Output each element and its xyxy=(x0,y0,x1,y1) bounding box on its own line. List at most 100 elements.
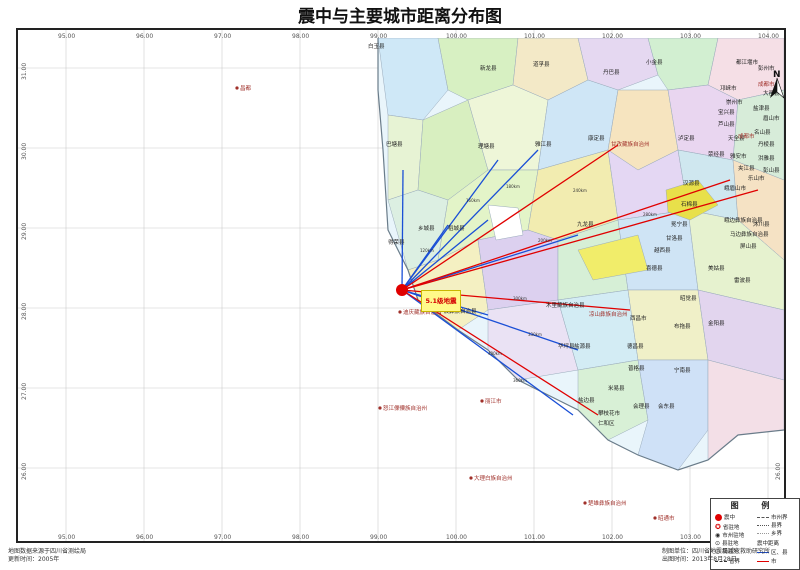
legend-label: 省驻地 xyxy=(722,525,740,531)
legend-item: 乡界 xyxy=(757,529,782,537)
county-label: 甘洛县 xyxy=(666,234,683,242)
county-label: 雅江县 xyxy=(535,140,552,148)
county-label: 盐源县 xyxy=(574,342,591,350)
legend-label: 乡界 xyxy=(771,531,783,537)
lon-tick: 99.00 xyxy=(370,534,387,541)
legend-label: 震中距离 xyxy=(757,541,780,547)
county-label: 昭觉县 xyxy=(680,294,697,302)
county-label: 普格县 xyxy=(628,364,645,372)
epicenter-dot[interactable] xyxy=(396,284,408,296)
county-label: 峨眉山市 xyxy=(724,184,747,192)
epicenter-dot-icon xyxy=(715,513,722,521)
legend-item: 县界 xyxy=(757,521,782,529)
production-note: 制图单位：四川省地震局减灾救助研究所 出图时间：2013年8月28日 xyxy=(662,548,770,564)
county-label: 荥经县 xyxy=(708,150,725,158)
county-label: 雷波县 xyxy=(734,276,751,284)
epicenter-label: 5.1级地震 xyxy=(421,290,461,312)
county-label: 盐津县 xyxy=(753,104,770,112)
county-label: 乡城县 xyxy=(418,225,435,232)
prefecture-seat-icon: ◉ xyxy=(715,531,721,539)
county-label: 美姑县 xyxy=(708,264,725,272)
county-label: 泸定县 xyxy=(678,134,695,142)
north-arrow-icon: N xyxy=(766,68,788,100)
county-label: 沐川县 xyxy=(753,220,770,228)
county-label: 会理县 xyxy=(633,402,650,410)
county-label: 眉山市 xyxy=(763,114,780,122)
county-label: 乐山市 xyxy=(748,174,765,182)
county-label: 小金县 xyxy=(646,58,663,66)
county-label: 汉源县 xyxy=(683,179,700,187)
county-label: 华坪县 xyxy=(558,342,575,350)
legend-item: 市州界 xyxy=(757,513,788,521)
lat-tick: 28.00 xyxy=(21,303,28,320)
county-label: 巴塘县 xyxy=(386,140,403,148)
county-label: 盐边县 xyxy=(578,396,595,404)
county-label: 邛崃市 xyxy=(720,84,737,92)
region-label: 怒江傈僳族自治州 xyxy=(383,404,427,412)
distance-label: 200km xyxy=(538,238,552,243)
map-canvas[interactable]: 95.00 96.00 97.00 98.00 99.00 100.00 101… xyxy=(18,30,784,541)
county-seat-icon: ⊙ xyxy=(715,539,721,547)
county-label: 理塘县 xyxy=(478,142,495,150)
region-label: 昌都 xyxy=(240,85,252,92)
county-label: 丹棱县 xyxy=(758,140,775,148)
county-label: 攀枝花市 xyxy=(598,409,621,417)
county-label: 仁和区 xyxy=(598,419,615,427)
lon-tick: 98.00 xyxy=(292,33,309,40)
lon-tick: 103.00 xyxy=(680,534,701,541)
lon-tick: 102.00 xyxy=(602,534,623,541)
county-label: 越西县 xyxy=(654,246,671,254)
county-label: 屏山县 xyxy=(740,242,757,250)
county-label: 道孚县 xyxy=(533,60,550,68)
legend-label: 震中 xyxy=(724,515,736,521)
county-label: 西昌市 xyxy=(630,314,647,322)
county-label: 布拖县 xyxy=(674,322,691,330)
county-label: 雅安市 xyxy=(730,152,747,160)
legend-item: 震中距离 xyxy=(757,539,779,547)
region-label: 楚雄彝族自治州 xyxy=(588,499,627,507)
lat-tick: 30.00 xyxy=(21,143,28,160)
county-label: 马边彝族自治县 xyxy=(730,230,769,238)
county-label: 得荣县 xyxy=(388,238,405,246)
distance-label: 280km xyxy=(643,212,657,217)
distance-label: 360km xyxy=(513,378,527,383)
county-label: 德昌县 xyxy=(627,342,644,350)
lat-tick: 27.00 xyxy=(21,383,28,400)
legend-label: 市州界 xyxy=(771,515,788,521)
region-label: 昭通市 xyxy=(658,514,675,522)
township-boundary-line-icon xyxy=(757,532,769,534)
county-boundary-line-icon xyxy=(757,524,769,526)
footer-producer: 制图单位：四川省地震局减灾救助研究所 xyxy=(662,548,771,555)
sichuan-region[interactable] xyxy=(378,38,784,470)
data-source-note: 地图数据来源于四川省测绘局 更新时间：2005年 xyxy=(8,548,86,564)
county-label: 金阳县 xyxy=(708,319,725,327)
lon-tick: 97.00 xyxy=(214,534,231,541)
distance-label: 330km xyxy=(528,332,542,337)
longitude-ticks-bottom: 95.00 96.00 97.00 98.00 99.00 100.00 101… xyxy=(58,534,701,541)
county-label: 夹江县 xyxy=(738,164,755,172)
region-label: 大理白族自治州 xyxy=(474,474,513,482)
county-label: 会东县 xyxy=(658,402,675,410)
county-label: 名山县 xyxy=(754,128,771,136)
county-label: 白玉县 xyxy=(368,42,385,50)
provincial-capital-icon: ✪ xyxy=(715,523,721,531)
footer-date: 出图时间：2013年8月28日 xyxy=(662,556,737,563)
county-label: 米易县 xyxy=(608,384,625,392)
legend-title: 图 例 xyxy=(730,501,780,510)
map-frame[interactable]: 95.00 96.00 97.00 98.00 99.00 100.00 101… xyxy=(16,28,800,570)
county-label: 宁南县 xyxy=(674,366,691,374)
lon-tick: 95.00 xyxy=(58,534,75,541)
lon-tick: 96.00 xyxy=(136,33,153,40)
county-label: 都江堰市 xyxy=(736,58,759,66)
lon-tick: 98.00 xyxy=(292,534,309,541)
county-label: 崇州市 xyxy=(726,98,743,106)
lon-tick: 96.00 xyxy=(136,534,153,541)
legend-label: 县驻地 xyxy=(722,541,739,547)
county-label: 喜德县 xyxy=(646,264,663,272)
legend-item: 震中 xyxy=(715,513,735,521)
lat-tick: 31.00 xyxy=(21,63,28,80)
county-label: 宝兴县 xyxy=(718,108,735,116)
legend-label: 区、县 xyxy=(771,550,788,556)
county-label: 康定县 xyxy=(588,134,605,142)
county-label: 彭山县 xyxy=(763,166,780,174)
